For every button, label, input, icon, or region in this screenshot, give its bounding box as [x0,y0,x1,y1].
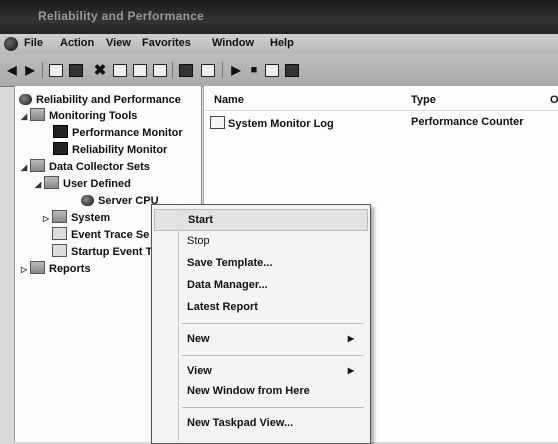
monitor-icon [53,142,68,155]
folder-icon [44,176,59,189]
tree-label: System [71,212,111,224]
submenu-arrow-icon: ▶ [347,334,354,343]
tree-item-user-defined[interactable]: ◢ User Defined [35,176,131,192]
tree-item-system[interactable]: ▷ System [43,210,110,226]
table-row-name[interactable]: System Monitor Log [210,116,334,130]
folder-icon [30,261,45,274]
app-icon[interactable] [4,37,18,51]
submenu-arrow-icon: ▶ [347,366,354,375]
menu-separator [182,355,364,356]
menu-window[interactable]: Window [212,37,254,49]
show-hide-tree-icon[interactable] [68,63,84,77]
properties-icon[interactable] [112,63,128,77]
monitor-icon [53,125,68,138]
toolbar: ◀ ▶ ✖ ▶ ■ [0,54,558,87]
toolbar-separator [42,62,43,78]
trace-icon [52,227,67,240]
menu-item-save-template[interactable]: Save Template... [154,253,366,273]
column-header-type[interactable]: Type [411,94,436,106]
menu-help[interactable]: Help [270,37,294,49]
tree-item-reports[interactable]: ▷ Reports [21,261,91,277]
table-row-type: Performance Counter [411,116,524,128]
menu-favorites[interactable]: Favorites [142,37,191,49]
tree-label: Server CPU [98,195,159,207]
tree-label: Reliability and Performance [36,94,181,106]
tree-label: Monitoring Tools [49,110,138,122]
menu-item-new-taskpad[interactable]: New Taskpad View... [154,413,366,433]
help-icon[interactable] [178,63,194,77]
menu-separator [182,407,364,408]
toolbar-separator [222,62,223,78]
tree-item-reliability-monitor[interactable]: Reliability Monitor [53,142,167,158]
delete-icon[interactable]: ✖ [92,62,108,79]
menu-view[interactable]: View [106,37,131,49]
folder-icon [30,108,45,121]
menu-item-new[interactable]: New ▶ [154,329,366,349]
tree-label: Performance Monitor [72,127,183,139]
menu-item-latest-report[interactable]: Latest Report [154,297,366,317]
column-header-name[interactable]: Name [214,94,244,106]
start-icon[interactable]: ▶ [228,63,244,77]
up-folder-icon[interactable] [48,63,64,77]
reliability-icon [19,94,32,105]
forward-arrow-icon[interactable]: ▶ [22,63,38,77]
tree-item-root[interactable]: Reliability and Performance [19,92,181,108]
column-header-overflow[interactable]: O [550,94,558,106]
menu-item-label: Data Manager... [187,279,268,291]
tree-label: Reports [49,263,91,275]
refresh-icon[interactable] [132,63,148,77]
new-icon[interactable] [264,63,280,77]
properties-alt-icon[interactable] [284,63,300,77]
menu-item-data-manager[interactable]: Data Manager... [154,275,366,295]
tree-item-monitoring-tools[interactable]: ◢ Monitoring Tools [21,108,137,124]
menu-item-label: Stop [187,235,210,247]
menu-file[interactable]: File [24,37,43,49]
trace-icon [52,244,67,257]
collapsed-arrow-icon[interactable]: ▷ [21,262,30,278]
menu-item-label: New Window from Here [187,385,310,397]
menu-item-new-window[interactable]: New Window from Here [154,381,366,401]
expand-arrow-icon[interactable]: ◢ [21,160,30,176]
tree-item-event-trace[interactable]: Event Trace Se [52,227,149,243]
tree-label: Event Trace Se [71,229,150,241]
tree-item-performance-monitor[interactable]: Performance Monitor [53,125,183,141]
menu-item-label: New Taskpad View... [187,417,294,429]
console-icon[interactable] [200,63,216,77]
menu-action[interactable]: Action [60,37,94,49]
tree-item-startup-event[interactable]: Startup Event T [52,244,152,260]
tree-label: Data Collector Sets [49,161,150,173]
header-divider [204,110,558,111]
expand-arrow-icon[interactable]: ◢ [35,177,44,193]
menu-item-label: View [187,365,212,377]
export-icon[interactable] [152,63,168,77]
menu-item-stop[interactable]: Stop [154,231,366,251]
menu-item-label: Start [188,214,214,226]
back-arrow-icon[interactable]: ◀ [4,63,20,77]
collapsed-arrow-icon[interactable]: ▷ [43,211,52,227]
menu-item-label: New [187,333,210,345]
window-titlebar: Reliability and Performance [0,0,558,34]
folder-icon [52,210,67,223]
menu-bar: File Action View Favorites Window Help [0,34,558,54]
tree-label: Reliability Monitor [72,144,168,156]
context-menu: Start Stop Save Template... Data Manager… [151,204,371,444]
menu-item-start[interactable]: Start [154,209,368,231]
tree-item-server-cpu[interactable]: Server CPU [81,193,159,209]
stop-icon[interactable]: ■ [246,63,262,77]
row-name-text: System Monitor Log [228,118,334,130]
menu-separator [182,323,364,324]
expand-arrow-icon[interactable]: ◢ [21,109,30,125]
menu-item-view[interactable]: View ▶ [154,361,366,381]
log-icon [210,116,225,129]
tree-label: Startup Event T [71,246,153,258]
data-collector-icon [81,195,94,206]
window-title: Reliability and Performance [38,9,205,23]
folder-icon [30,159,45,172]
tree-label: User Defined [63,178,131,190]
menu-item-label: Latest Report [187,301,258,313]
tree-item-data-collector-sets[interactable]: ◢ Data Collector Sets [21,159,150,175]
toolbar-separator [172,62,173,78]
menu-item-label: Save Template... [187,257,273,269]
